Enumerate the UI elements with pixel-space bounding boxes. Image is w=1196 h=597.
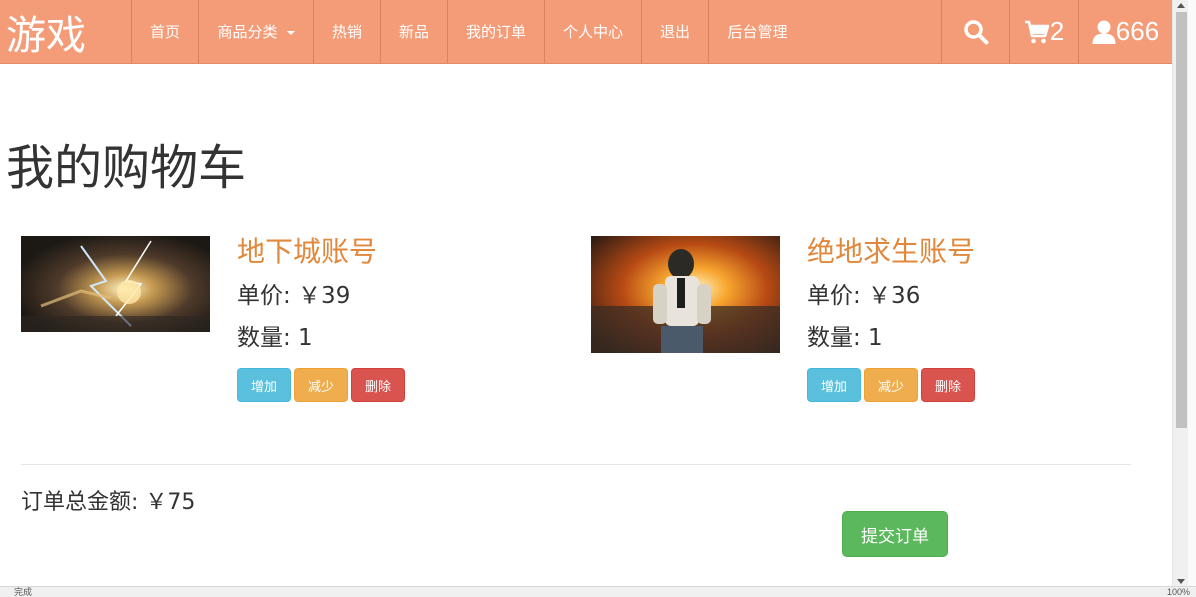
product-image-dungeon-graphic bbox=[21, 236, 210, 332]
nav-spacer bbox=[806, 0, 942, 63]
quantity: 数量: 1 bbox=[807, 325, 883, 351]
nav-item-home-label: 首页 bbox=[149, 23, 180, 41]
delete-button[interactable]: 删除 bbox=[921, 368, 975, 402]
unit-price: 单价: ￥36 bbox=[807, 283, 921, 309]
scroll-down-arrow[interactable] bbox=[1173, 576, 1189, 586]
scroll-thumb[interactable] bbox=[1176, 12, 1187, 428]
nav-item-admin-label: 后台管理 bbox=[727, 23, 788, 41]
nav-item-profile[interactable]: 个人中心 bbox=[545, 0, 642, 63]
decrease-button[interactable]: 减少 bbox=[294, 368, 348, 402]
increase-button[interactable]: 增加 bbox=[807, 368, 861, 402]
top-navbar: 游戏 首页 商品分类 热销 新品 我的订单 个人中心 退出 后台管理 2 666 bbox=[0, 0, 1172, 64]
user-menu[interactable]: 666 bbox=[1079, 0, 1172, 63]
nav-item-hot-label: 热销 bbox=[331, 23, 362, 41]
quantity: 数量: 1 bbox=[237, 325, 313, 351]
submit-order-button[interactable]: 提交订单 bbox=[842, 511, 948, 557]
user-name: 666 bbox=[1115, 16, 1160, 46]
product-name[interactable]: 绝地求生账号 bbox=[807, 236, 1107, 268]
chevron-down-icon bbox=[286, 30, 295, 35]
nav-item-new[interactable]: 新品 bbox=[381, 0, 448, 63]
nav-item-profile-label: 个人中心 bbox=[562, 23, 623, 41]
decrease-button[interactable]: 减少 bbox=[864, 368, 918, 402]
nav-item-admin[interactable]: 后台管理 bbox=[709, 0, 806, 63]
search-button[interactable] bbox=[942, 0, 1010, 63]
cart-icon bbox=[1024, 20, 1050, 43]
status-bar: 完成 100% bbox=[0, 586, 1196, 597]
unit-price: 单价: ￥39 bbox=[237, 283, 351, 309]
nav-item-categories[interactable]: 商品分类 bbox=[199, 0, 314, 63]
item-actions: 增加 减少 删除 bbox=[237, 368, 405, 402]
cart-button[interactable]: 2 bbox=[1010, 0, 1079, 63]
brand-logo[interactable]: 游戏 bbox=[0, 0, 132, 63]
search-icon bbox=[963, 19, 988, 44]
nav-item-logout[interactable]: 退出 bbox=[642, 0, 709, 63]
cart-item-info: 地下城账号 单价: ￥39 数量: 1 增加 减少 删除 bbox=[237, 236, 537, 402]
nav-item-my-orders-label: 我的订单 bbox=[465, 23, 526, 41]
vertical-scrollbar[interactable] bbox=[1172, 0, 1189, 586]
nav-item-categories-label: 商品分类 bbox=[217, 23, 278, 41]
product-image-dungeon[interactable] bbox=[21, 236, 210, 332]
delete-button[interactable]: 删除 bbox=[351, 368, 405, 402]
nav-item-new-label: 新品 bbox=[398, 23, 429, 41]
increase-button[interactable]: 增加 bbox=[237, 368, 291, 402]
user-icon bbox=[1092, 20, 1116, 44]
nav-item-my-orders[interactable]: 我的订单 bbox=[448, 0, 545, 63]
product-image-pubg-graphic bbox=[591, 236, 780, 353]
cart-count: 2 bbox=[1049, 16, 1065, 46]
divider bbox=[21, 464, 1131, 465]
side-strip bbox=[1188, 0, 1196, 586]
order-total: 订单总金额: ￥75 bbox=[21, 490, 196, 515]
page-title: 我的购物车 bbox=[6, 140, 247, 196]
nav-item-logout-label: 退出 bbox=[659, 23, 690, 41]
product-name[interactable]: 地下城账号 bbox=[237, 236, 537, 268]
scroll-up-arrow[interactable] bbox=[1173, 0, 1189, 10]
nav-item-hot[interactable]: 热销 bbox=[314, 0, 381, 63]
nav-item-home[interactable]: 首页 bbox=[132, 0, 199, 63]
product-image-pubg[interactable] bbox=[591, 236, 780, 353]
cart-item-info: 绝地求生账号 单价: ￥36 数量: 1 增加 减少 删除 bbox=[807, 236, 1107, 402]
item-actions: 增加 减少 删除 bbox=[807, 368, 975, 402]
